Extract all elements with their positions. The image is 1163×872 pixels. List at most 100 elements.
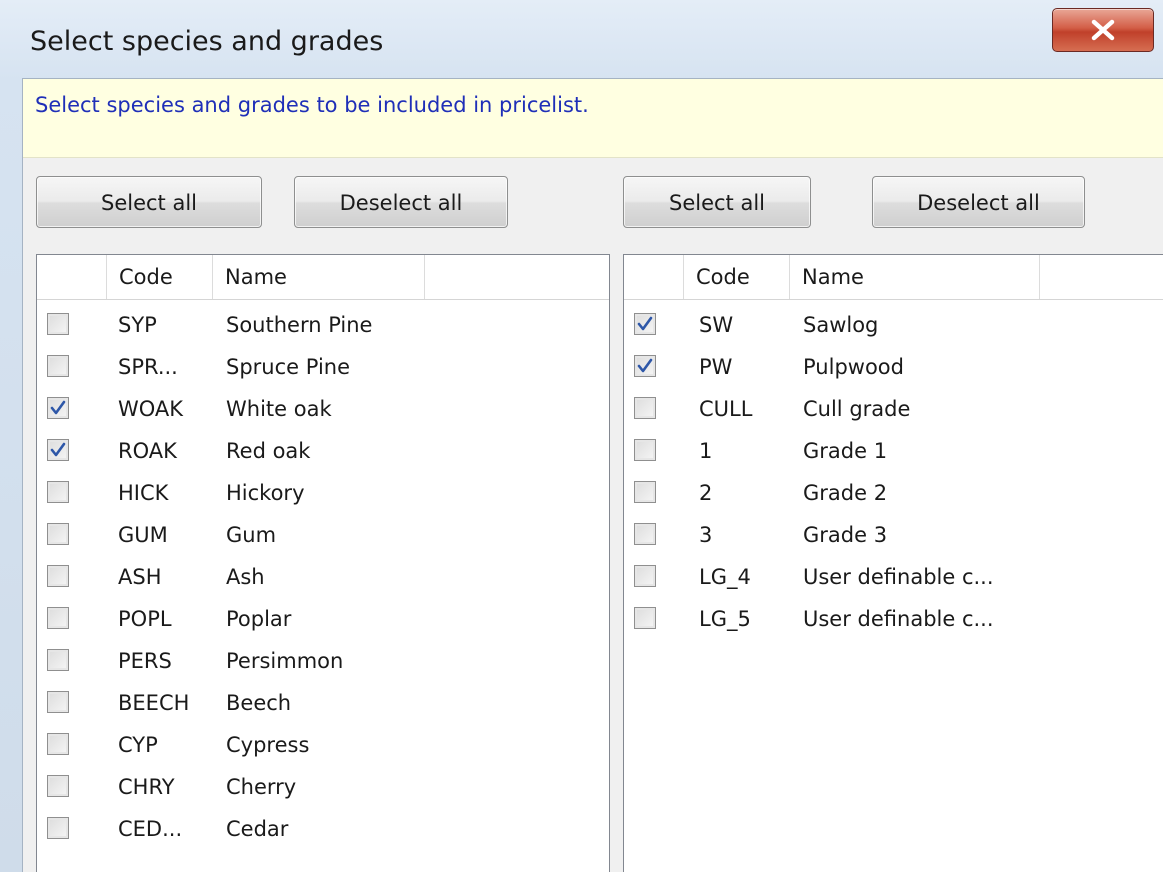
list-item[interactable]: 1 Grade 1	[624, 431, 1163, 473]
row-code: 3	[699, 523, 713, 547]
row-checkbox[interactable]	[47, 565, 69, 587]
close-icon	[1091, 19, 1115, 41]
row-checkbox[interactable]	[634, 397, 656, 419]
row-code: LG_4	[699, 565, 751, 589]
row-code: GUM	[118, 523, 168, 547]
list-item[interactable]: ASH Ash	[37, 557, 609, 599]
row-checkbox[interactable]	[634, 565, 656, 587]
row-code: LG_5	[699, 607, 751, 631]
row-name: Grade 3	[803, 523, 888, 547]
list-item[interactable]: 2 Grade 2	[624, 473, 1163, 515]
list-item[interactable]: GUM Gum	[37, 515, 609, 557]
species-select-all-button[interactable]: Select all	[36, 176, 262, 228]
row-name: Beech	[226, 691, 292, 715]
row-name: Ash	[226, 565, 265, 589]
row-checkbox[interactable]	[47, 355, 69, 377]
row-checkbox[interactable]	[47, 397, 69, 419]
row-checkbox[interactable]	[47, 649, 69, 671]
dialog-body: Select species and grades to be included…	[22, 78, 1163, 872]
row-name: Cherry	[226, 775, 297, 799]
list-item[interactable]: SYP Southern Pine	[37, 305, 609, 347]
row-checkbox[interactable]	[634, 313, 656, 335]
row-checkbox[interactable]	[47, 775, 69, 797]
row-code: PW	[699, 355, 733, 379]
row-checkbox[interactable]	[47, 523, 69, 545]
row-checkbox[interactable]	[634, 481, 656, 503]
window-title: Select species and grades	[30, 26, 384, 57]
list-item[interactable]: LG_5 User definable c...	[624, 599, 1163, 641]
row-code: HICK	[118, 481, 169, 505]
checkmark-icon	[50, 442, 66, 457]
row-code: CYP	[118, 733, 158, 757]
list-item[interactable]: CYP Cypress	[37, 725, 609, 767]
list-item[interactable]: WOAK White oak	[37, 389, 609, 431]
title-bar[interactable]: Select species and grades	[0, 0, 1163, 90]
list-item[interactable]: SW Sawlog	[624, 305, 1163, 347]
row-code: CULL	[699, 397, 753, 421]
row-checkbox[interactable]	[47, 733, 69, 755]
list-item[interactable]: SPR... Spruce Pine	[37, 347, 609, 389]
row-code: BEECH	[118, 691, 190, 715]
species-list[interactable]: Code Name SYP Southern Pine SPR... Spruce P…	[36, 254, 610, 872]
row-code: 1	[699, 439, 713, 463]
header-checkbox-column[interactable]	[624, 255, 684, 299]
checkmark-icon	[637, 316, 653, 331]
row-name: Sawlog	[803, 313, 879, 337]
header-checkbox-column[interactable]	[37, 255, 107, 299]
species-deselect-all-button[interactable]: Deselect all	[294, 176, 508, 228]
list-item[interactable]: LG_4 User definable c...	[624, 557, 1163, 599]
row-code: SW	[699, 313, 734, 337]
row-code: POPL	[118, 607, 172, 631]
grades-list-header: Code Name	[624, 255, 1163, 300]
row-checkbox[interactable]	[47, 481, 69, 503]
header-code[interactable]: Code	[107, 255, 213, 299]
row-checkbox[interactable]	[634, 439, 656, 461]
row-name: Grade 1	[803, 439, 888, 463]
info-panel: Select species and grades to be included…	[23, 79, 1163, 158]
list-item[interactable]: CHRY Cherry	[37, 767, 609, 809]
row-name: Hickory	[226, 481, 305, 505]
grades-select-all-button[interactable]: Select all	[623, 176, 811, 228]
row-name: Grade 2	[803, 481, 888, 505]
list-item[interactable]: ROAK Red oak	[37, 431, 609, 473]
grades-rows: SW Sawlog PW Pulpwood CULL Cull grade 1 Grade 1…	[624, 305, 1163, 641]
row-name: User definable c...	[803, 565, 994, 589]
row-checkbox[interactable]	[47, 439, 69, 461]
list-item[interactable]: PERS Persimmon	[37, 641, 609, 683]
list-item[interactable]: CED... Cedar	[37, 809, 609, 851]
header-name[interactable]: Name	[213, 255, 425, 299]
close-button[interactable]	[1052, 8, 1154, 52]
list-item[interactable]: BEECH Beech	[37, 683, 609, 725]
list-item[interactable]: HICK Hickory	[37, 473, 609, 515]
checkmark-icon	[50, 400, 66, 415]
row-checkbox[interactable]	[634, 523, 656, 545]
row-name: Red oak	[226, 439, 311, 463]
row-name: Pulpwood	[803, 355, 904, 379]
row-checkbox[interactable]	[47, 817, 69, 839]
row-name: Spruce Pine	[226, 355, 351, 379]
row-name: Cypress	[226, 733, 310, 757]
row-checkbox[interactable]	[47, 691, 69, 713]
row-checkbox[interactable]	[47, 313, 69, 335]
row-code: ROAK	[118, 439, 177, 463]
header-name[interactable]: Name	[790, 255, 1040, 299]
list-item[interactable]: POPL Poplar	[37, 599, 609, 641]
header-filler	[425, 255, 609, 299]
row-name: Cedar	[226, 817, 289, 841]
row-code: WOAK	[118, 397, 184, 421]
row-checkbox[interactable]	[634, 355, 656, 377]
info-text: Select species and grades to be included…	[35, 93, 589, 117]
species-list-header: Code Name	[37, 255, 609, 300]
list-item[interactable]: CULL Cull grade	[624, 389, 1163, 431]
row-checkbox[interactable]	[47, 607, 69, 629]
header-code[interactable]: Code	[684, 255, 790, 299]
row-name: Persimmon	[226, 649, 344, 673]
grades-list[interactable]: Code Name SW Sawlog PW Pulpwood CULL Cull gra…	[623, 254, 1163, 872]
row-name: User definable c...	[803, 607, 994, 631]
list-item[interactable]: PW Pulpwood	[624, 347, 1163, 389]
list-item[interactable]: 3 Grade 3	[624, 515, 1163, 557]
row-code: SPR...	[118, 355, 178, 379]
row-name: White oak	[226, 397, 332, 421]
row-checkbox[interactable]	[634, 607, 656, 629]
grades-deselect-all-button[interactable]: Deselect all	[872, 176, 1085, 228]
